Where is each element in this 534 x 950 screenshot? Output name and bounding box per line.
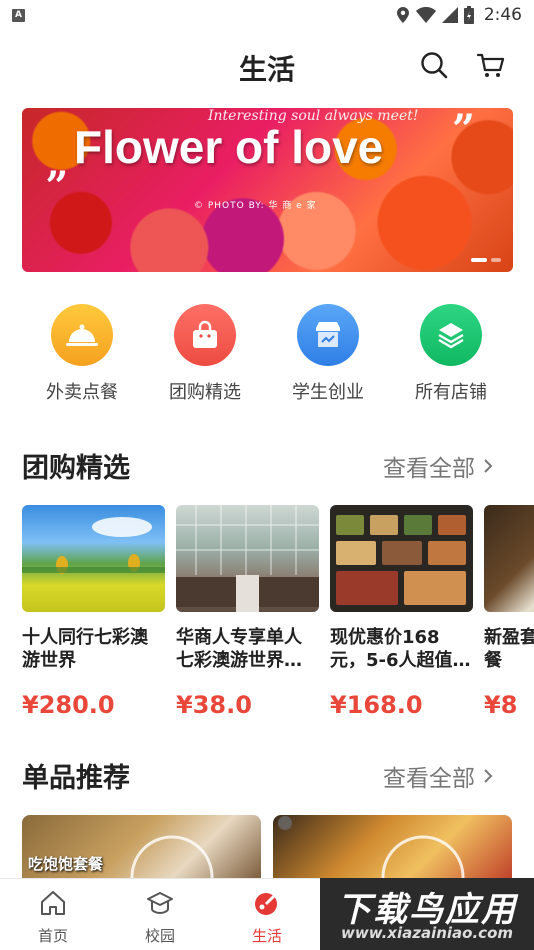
product-price: ¥8 xyxy=(484,691,518,719)
cart-icon[interactable] xyxy=(476,50,506,80)
category-student-startup[interactable]: 学生创业 xyxy=(273,304,383,404)
nav-label: 生活 xyxy=(251,927,282,945)
recommend-overlay-text: 吃饱饱套餐 xyxy=(28,855,104,873)
promo-banner[interactable]: Interesting soul always meet! „ Flower o… xyxy=(22,108,513,272)
product-name: 现优惠价168元，5-6人超值… xyxy=(330,627,471,671)
location-icon xyxy=(396,7,409,23)
nav-campus[interactable]: 校园 xyxy=(125,889,195,946)
product-image xyxy=(330,505,473,612)
nav-life[interactable]: 生活 xyxy=(232,889,302,946)
notification-icon: A xyxy=(12,8,25,22)
category-label: 所有店铺 xyxy=(415,382,487,403)
group-buy-card[interactable]: 华商人专享单人七彩澳游世界… ¥38.0 xyxy=(176,505,319,719)
banner-quote-close: ” xyxy=(452,108,476,153)
group-buy-see-all[interactable]: 查看全部 xyxy=(383,449,493,483)
product-image xyxy=(22,505,165,612)
group-buy-card[interactable]: 新盈套餐 ¥8 xyxy=(484,505,534,719)
product-price: ¥168.0 xyxy=(330,691,423,719)
category-label: 团购精选 xyxy=(169,382,241,403)
product-name: 华商人专享单人七彩澳游世界… xyxy=(176,627,302,671)
category-takeout[interactable]: 外卖点餐 xyxy=(27,304,137,404)
watermark-url: www.xiazainiao.com xyxy=(340,924,514,942)
category-all-shops[interactable]: 所有店铺 xyxy=(396,304,506,404)
watermark-logo: 下载鸟应用 www.xiazainiao.com xyxy=(320,878,534,950)
banner-dot xyxy=(491,258,501,262)
recommend-card[interactable] xyxy=(273,815,512,880)
product-name: 新盈套餐 xyxy=(484,627,534,671)
group-buy-card[interactable]: 十人同行七彩澳游世界 ¥280.0 xyxy=(22,505,165,719)
shop-icon xyxy=(297,304,359,366)
category-label: 外卖点餐 xyxy=(46,382,118,403)
recommend-see-all[interactable]: 查看全部 xyxy=(383,759,493,793)
product-price: ¥38.0 xyxy=(176,691,252,719)
header: 生活 xyxy=(0,38,534,94)
layers-icon xyxy=(420,304,482,366)
group-buy-title: 团购精选 xyxy=(22,453,130,484)
banner-quote-open: „ xyxy=(46,140,70,187)
chevron-right-icon xyxy=(484,769,493,783)
recommend-card[interactable]: 吃饱饱套餐 xyxy=(22,815,261,880)
banner-dot-active xyxy=(471,258,487,262)
life-icon xyxy=(255,891,279,915)
category-label: 学生创业 xyxy=(292,382,364,403)
chevron-right-icon xyxy=(484,459,493,473)
banner-credit: © PHOTO BY: 华 商 e 家 xyxy=(194,201,317,211)
status-bar: A 2:46 xyxy=(0,0,534,30)
category-group-buy[interactable]: 团购精选 xyxy=(150,304,260,404)
status-time: 2:46 xyxy=(483,5,522,25)
shopping-bag-icon xyxy=(174,304,236,366)
nav-label: 校园 xyxy=(144,927,175,945)
recommend-title: 单品推荐 xyxy=(22,763,130,794)
product-name: 十人同行七彩澳游世界 xyxy=(22,627,148,671)
campus-icon xyxy=(147,892,173,915)
home-icon xyxy=(41,891,65,915)
group-buy-card[interactable]: 现优惠价168元，5-6人超值… ¥168.0 xyxy=(330,505,473,719)
product-image xyxy=(176,505,319,612)
status-icons: 2:46 xyxy=(396,5,522,25)
product-image xyxy=(484,505,534,612)
signal-icon xyxy=(441,7,458,23)
wifi-icon xyxy=(415,7,436,23)
banner-title: Flower of love xyxy=(74,121,384,173)
battery-icon xyxy=(463,6,474,24)
food-cloche-icon xyxy=(51,304,113,366)
product-price: ¥280.0 xyxy=(22,691,115,719)
see-all-label: 查看全部 xyxy=(383,766,475,792)
see-all-label: 查看全部 xyxy=(383,456,475,482)
nav-label: 首页 xyxy=(37,927,68,945)
nav-home[interactable]: 首页 xyxy=(18,889,88,946)
banner-pagination xyxy=(471,258,501,262)
page-title: 生活 xyxy=(238,53,295,86)
search-icon[interactable] xyxy=(419,50,449,80)
